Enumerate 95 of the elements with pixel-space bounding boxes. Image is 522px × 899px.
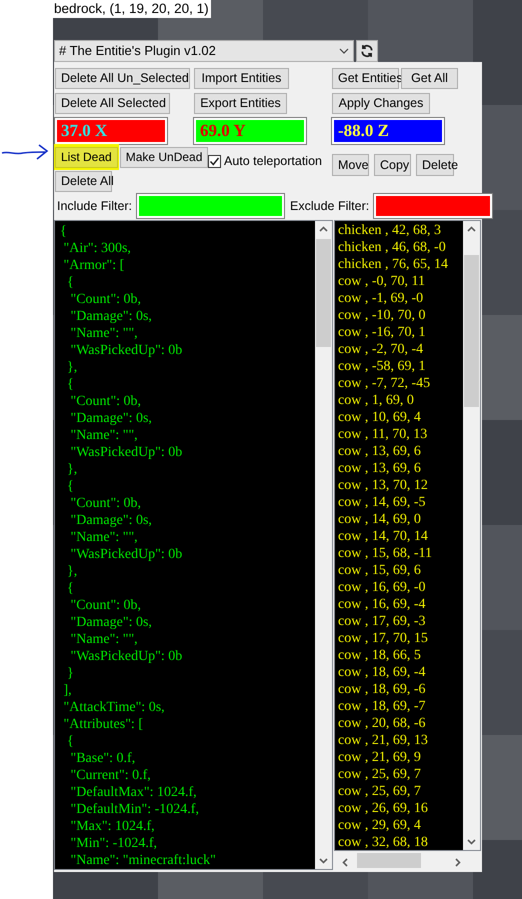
entity-item[interactable]: cow , 13, 69, 6 bbox=[338, 460, 463, 477]
code-line: "DefaultMax": 1024.f, bbox=[70, 784, 198, 801]
code-line: { bbox=[66, 478, 75, 495]
code-line: "Count": 0b, bbox=[70, 597, 142, 614]
button[interactable]: Make UnDead bbox=[120, 146, 208, 168]
code-line: "Min": -1024.f, bbox=[70, 835, 158, 852]
entity-item[interactable]: cow , 18, 69, -6 bbox=[338, 681, 463, 698]
filter-label: Exclude Filter: bbox=[290, 198, 370, 215]
entity-item[interactable]: chicken , 42, 68, 3 bbox=[338, 222, 463, 239]
code-line: { bbox=[66, 733, 75, 750]
entity-item[interactable]: cow , 13, 69, 6 bbox=[338, 443, 463, 460]
button[interactable]: Delete All Selected bbox=[55, 93, 170, 114]
code-line: "Damage": 0s, bbox=[70, 410, 153, 427]
entity-item[interactable]: cow , -1, 69, -0 bbox=[338, 290, 463, 307]
overlay-label: bedrock, (1, 19, 20, 20, 1) bbox=[53, 0, 211, 18]
code-line: "Name": "minecraft:luck" bbox=[70, 852, 217, 869]
entity-item[interactable]: cow , 21, 69, 9 bbox=[338, 749, 463, 766]
button[interactable]: Copy bbox=[374, 154, 411, 176]
code-line: "Damage": 0s, bbox=[70, 512, 153, 529]
code-line: }, bbox=[66, 359, 78, 376]
entity-item[interactable]: cow , -7, 72, -45 bbox=[338, 375, 463, 392]
code-line: { bbox=[66, 376, 75, 393]
code-line: "Damage": 0s, bbox=[70, 614, 153, 631]
code-line: "Damage": 0s, bbox=[70, 308, 153, 325]
entity-item[interactable]: cow , 1, 69, 0 bbox=[338, 392, 463, 409]
entity-item[interactable]: cow , 29, 69, 4 bbox=[338, 817, 463, 834]
entity-item[interactable]: cow , -16, 70, 1 bbox=[338, 324, 463, 341]
entity-item[interactable]: cow , 13, 70, 12 bbox=[338, 477, 463, 494]
code-line: "WasPickedUp": 0b bbox=[70, 648, 184, 665]
coordinate-field[interactable]: -88.0 Z bbox=[332, 118, 444, 144]
code-line: { bbox=[66, 274, 75, 291]
entity-item[interactable]: cow , 26, 69, 16 bbox=[338, 800, 463, 817]
code-line: "Air": 300s, bbox=[62, 240, 132, 257]
dropdown-value: # The Entitie's Plugin v1.02 bbox=[59, 42, 216, 60]
code-line: { bbox=[60, 223, 68, 240]
coordinate-field[interactable]: 69.0 Y bbox=[194, 118, 306, 144]
entity-item[interactable]: cow , -10, 70, 0 bbox=[338, 307, 463, 324]
entity-item[interactable]: cow , 14, 69, -5 bbox=[338, 494, 463, 511]
code-line: "WasPickedUp": 0b bbox=[70, 546, 184, 563]
code-line: "WasPickedUp": 0b bbox=[70, 444, 184, 461]
code-line: "Name": "", bbox=[70, 631, 139, 648]
entity-item[interactable]: cow , 32, 68, 18 bbox=[338, 834, 463, 850]
button[interactable]: Delete All bbox=[55, 170, 112, 192]
entity-item[interactable]: cow , 10, 69, 4 bbox=[338, 409, 463, 426]
code-line: "Attributes": [ bbox=[62, 716, 144, 733]
code-line: "DefaultMin": -1024.f, bbox=[70, 801, 200, 818]
entity-item[interactable]: cow , 11, 70, 13 bbox=[338, 426, 463, 443]
code-line: "Count": 0b, bbox=[70, 291, 142, 308]
entity-item[interactable]: cow , -0, 70, 11 bbox=[338, 273, 463, 290]
button[interactable]: Get All bbox=[401, 68, 458, 89]
entity-item[interactable]: cow , 14, 69, 0 bbox=[338, 511, 463, 528]
code-line: "Count": 0b, bbox=[70, 393, 142, 410]
code-line: ], bbox=[62, 682, 73, 699]
code-line: "Max": 1024.f, bbox=[70, 818, 156, 835]
entity-item[interactable]: cow , 18, 69, -4 bbox=[338, 664, 463, 681]
entity-item[interactable]: cow , 16, 69, -0 bbox=[338, 579, 463, 596]
auto-teleport-checkbox[interactable]: Auto teleportation bbox=[208, 152, 332, 171]
code-line: "Name": "", bbox=[70, 325, 139, 342]
button[interactable]: Export Entities bbox=[194, 93, 287, 114]
entity-item[interactable]: cow , -2, 70, -4 bbox=[338, 341, 463, 358]
button[interactable]: Delete All Un_Selected bbox=[55, 68, 190, 89]
plugin-dropdown[interactable]: # The Entitie's Plugin v1.02 bbox=[54, 40, 354, 62]
button[interactable]: Import Entities bbox=[194, 68, 289, 89]
entity-item[interactable]: cow , 16, 69, -4 bbox=[338, 596, 463, 613]
entity-item[interactable]: cow , 25, 69, 7 bbox=[338, 766, 463, 783]
entity-item[interactable]: cow , 14, 70, 14 bbox=[338, 528, 463, 545]
code-line: }, bbox=[66, 563, 78, 580]
button[interactable]: Move bbox=[332, 154, 369, 176]
code-line: } bbox=[66, 665, 75, 682]
entity-item[interactable]: cow , 18, 66, 5 bbox=[338, 647, 463, 664]
code-line: "Count": 0b, bbox=[70, 495, 142, 512]
entity-item[interactable]: cow , 15, 68, -11 bbox=[338, 545, 463, 562]
entity-item[interactable]: cow , 17, 70, 15 bbox=[338, 630, 463, 647]
entity-item[interactable]: cow , 20, 68, -6 bbox=[338, 715, 463, 732]
filter-label: Include Filter: bbox=[57, 198, 132, 215]
entity-item[interactable]: cow , 17, 69, -3 bbox=[338, 613, 463, 630]
button[interactable]: List Dead bbox=[55, 146, 118, 168]
entity-item[interactable]: chicken , 76, 65, 14 bbox=[338, 256, 463, 273]
entity-item[interactable]: cow , 18, 69, -7 bbox=[338, 698, 463, 715]
entity-item[interactable]: cow , -58, 69, 1 bbox=[338, 358, 463, 375]
code-line: "Name": "", bbox=[70, 529, 139, 546]
code-line: "AttackTime": 0s, bbox=[62, 699, 166, 716]
code-line: }, bbox=[66, 461, 78, 478]
entity-item[interactable]: cow , 21, 69, 13 bbox=[338, 732, 463, 749]
entity-item[interactable]: chicken , 46, 68, -0 bbox=[338, 239, 463, 256]
code-line: "Base": 0.f, bbox=[70, 750, 136, 767]
entity-item[interactable]: cow , 25, 69, 7 bbox=[338, 783, 463, 800]
code-line: "Name": "", bbox=[70, 427, 139, 444]
button[interactable]: Apply Changes bbox=[332, 93, 430, 114]
button[interactable]: Get Entities bbox=[332, 68, 399, 89]
entity-item[interactable]: cow , 15, 69, 6 bbox=[338, 562, 463, 579]
code-line: "Armor": [ bbox=[62, 257, 126, 274]
code-line: { bbox=[66, 580, 75, 597]
code-line: "WasPickedUp": 0b bbox=[70, 342, 184, 359]
code-line: "Current": 0.f, bbox=[70, 767, 152, 784]
